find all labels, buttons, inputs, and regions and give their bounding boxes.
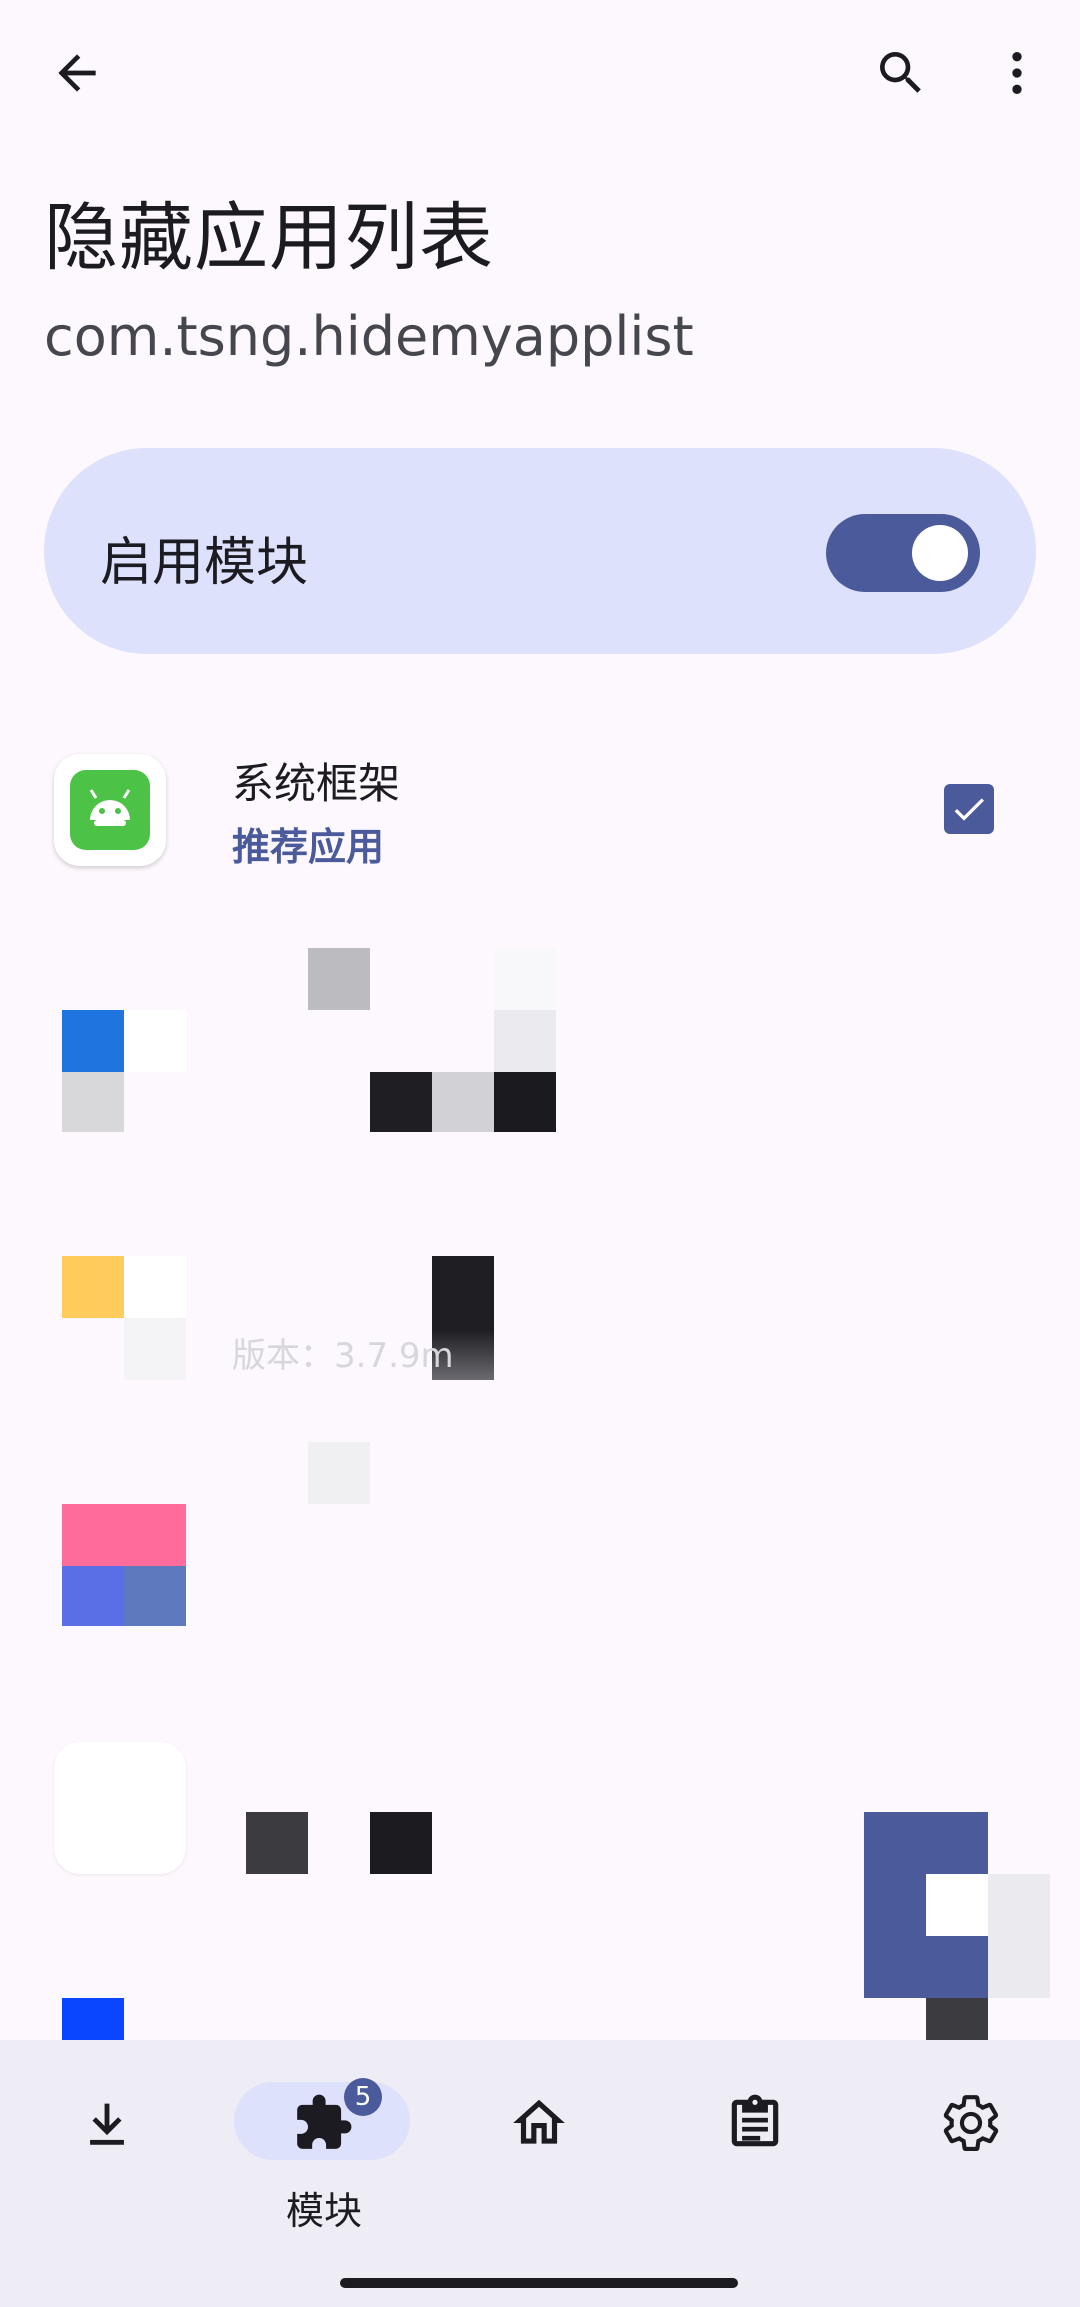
android-icon	[70, 770, 150, 850]
enable-module-card[interactable]: 启用模块	[44, 448, 1036, 654]
app-icon-blank	[54, 1742, 186, 1874]
pixel-block	[370, 1812, 432, 1874]
pixel-block	[494, 948, 556, 1010]
pixel-block	[62, 1566, 124, 1626]
pixel-block	[124, 1318, 186, 1380]
pixel-block	[124, 1010, 186, 1072]
pixel-block	[308, 948, 370, 1010]
version-fragment: 版本：3.7.9m	[232, 1336, 454, 1376]
app-row-system-framework[interactable]: 系统框架 推荐应用	[0, 708, 1080, 908]
pixelated-app-icon	[62, 1504, 124, 1566]
pixel-block	[926, 1874, 988, 1936]
pixel-block	[124, 1504, 186, 1566]
app-row-obscured-4[interactable]	[0, 1440, 1080, 1640]
search-button[interactable]	[856, 28, 946, 118]
app-subtitle: 推荐应用	[232, 825, 385, 869]
nav-item-logs[interactable]	[648, 2040, 864, 2240]
check-icon	[954, 798, 984, 821]
app-checkbox[interactable]	[944, 784, 994, 834]
gear-icon	[943, 2095, 999, 2152]
clipboard-icon-wrap	[716, 2084, 794, 2162]
app-name: 系统框架	[232, 759, 401, 808]
pixelated-app-icon	[62, 1998, 124, 2040]
nav-item-home[interactable]	[432, 2040, 648, 2240]
app-row-obscured-6[interactable]	[0, 1990, 1080, 2040]
more-options-button[interactable]	[972, 28, 1062, 118]
back-button[interactable]	[32, 28, 122, 118]
enable-module-label: 启用模块	[100, 533, 309, 593]
nav-item-settings[interactable]	[864, 2040, 1080, 2240]
pixel-block	[494, 1072, 556, 1132]
arrow-back-icon	[58, 54, 96, 92]
app-row-obscured-5[interactable]	[0, 1740, 1080, 1998]
pixel-block	[988, 1874, 1050, 1998]
pixel-block	[370, 1072, 432, 1132]
bottom-navigation: 5 模块	[0, 2040, 1080, 2307]
clipboard-icon	[731, 2094, 779, 2147]
top-app-bar	[0, 0, 1080, 150]
pixel-block	[432, 1072, 494, 1132]
enable-module-switch[interactable]	[826, 514, 980, 592]
app-row-obscured-2[interactable]	[0, 920, 1080, 1132]
nav-label-modules: 模块	[285, 2189, 362, 2233]
pixel-block	[926, 1998, 988, 2040]
nav-item-download[interactable]	[0, 2040, 216, 2240]
gear-icon-wrap	[932, 2084, 1010, 2162]
switch-knob	[912, 525, 968, 581]
pixel-block	[246, 1812, 308, 1874]
pixel-block	[124, 1566, 186, 1626]
gesture-home-indicator[interactable]	[340, 2278, 738, 2288]
android-app-icon	[54, 754, 166, 866]
home-icon	[513, 2099, 565, 2144]
pixel-block	[494, 1010, 556, 1072]
modules-badge: 5	[344, 2078, 382, 2116]
pixel-block	[308, 1442, 370, 1504]
app-row-obscured-3[interactable]: 版本：3.7.9m	[0, 1194, 1080, 1394]
download-icon-wrap	[68, 2084, 146, 2162]
pixel-block	[124, 1256, 186, 1318]
page-title: 隐藏应用列表	[44, 195, 494, 281]
search-icon	[880, 52, 921, 93]
more-vert-icon	[1012, 52, 1022, 94]
pixel-block	[62, 1072, 124, 1132]
download-icon	[90, 2103, 124, 2145]
package-name: com.tsng.hidemyapplist	[44, 305, 694, 368]
pixelated-app-icon	[62, 1256, 124, 1318]
pixelated-app-icon	[62, 1010, 124, 1072]
home-icon-wrap	[500, 2084, 578, 2162]
nav-item-modules[interactable]: 5 模块	[216, 2040, 432, 2240]
